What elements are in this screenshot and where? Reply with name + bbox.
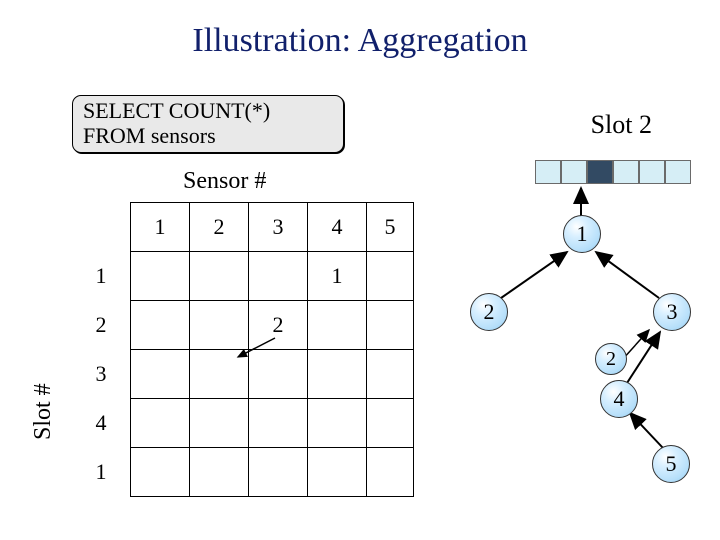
arrow-cell-icon xyxy=(230,335,280,365)
tree-annotation-2: 2 xyxy=(595,343,627,375)
sql-box: SELECT COUNT(*) FROM sensors xyxy=(72,95,344,153)
sql-line-1: SELECT COUNT(*) xyxy=(83,98,333,123)
tree-node-4: 4 xyxy=(600,380,638,418)
tree-node-1: 1 xyxy=(563,215,601,253)
tree-node-2: 2 xyxy=(470,293,508,331)
tree-edges xyxy=(0,0,720,540)
tree-node-5: 5 xyxy=(652,445,690,483)
sql-line-2: FROM sensors xyxy=(83,123,333,148)
tree-node-3: 3 xyxy=(653,293,691,331)
